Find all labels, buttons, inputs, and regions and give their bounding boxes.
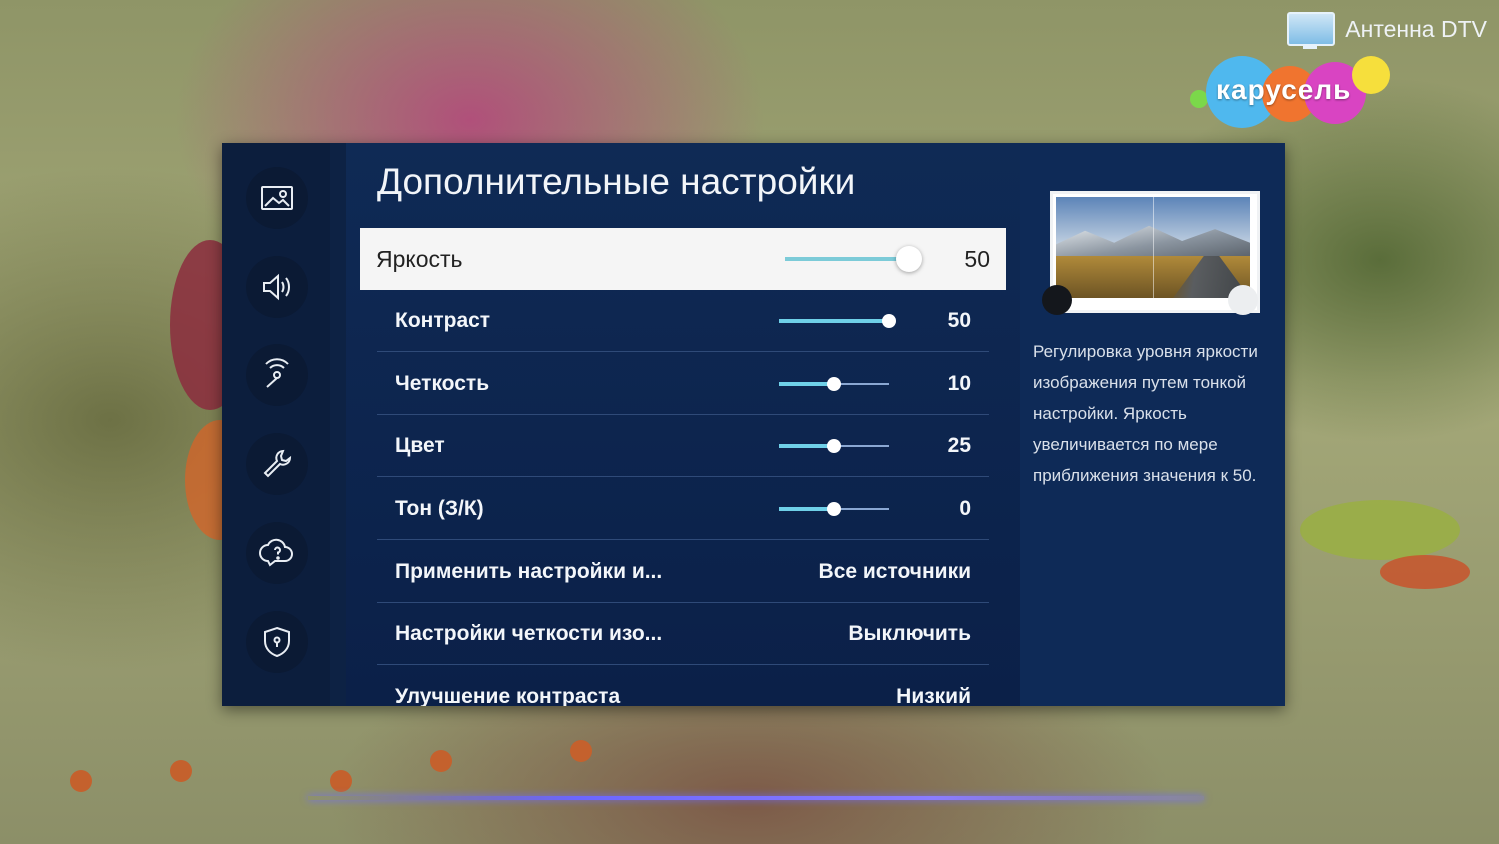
setting-value: 0: [959, 497, 971, 520]
setting-label: Четкость: [395, 372, 490, 395]
slider-fill: [785, 257, 909, 261]
picture-icon[interactable]: [246, 167, 308, 229]
setting-value: Низкий: [896, 685, 971, 706]
channel-logo-text: карусель: [1216, 74, 1352, 105]
sound-icon[interactable]: [246, 256, 308, 318]
setting-label: Тон (З/К): [395, 497, 484, 520]
setting-value: Выключить: [848, 622, 971, 645]
slider-fill: [779, 444, 834, 448]
setting-label: Яркость: [376, 245, 463, 272]
background-shape: [70, 770, 92, 792]
help-description: Регулировка уровня яркости изображения п…: [1033, 342, 1258, 485]
background-shape: [430, 750, 452, 772]
page-title: Дополнительные настройки: [377, 161, 856, 202]
help-panel: Регулировка уровня яркости изображения п…: [1020, 143, 1285, 706]
setting-row-contrast-enhancer[interactable]: Улучшение контраста Низкий: [377, 666, 989, 706]
setting-label: Применить настройки и...: [395, 560, 663, 583]
setting-row-brightness[interactable]: Яркость 50: [360, 228, 1006, 290]
light-level-dot: [1228, 285, 1258, 315]
setting-row-sharpness[interactable]: Четкость 10: [377, 353, 989, 415]
tv-icon: [1287, 12, 1336, 49]
background-shape: [570, 740, 592, 762]
setting-row-clarity[interactable]: Настройки четкости изо... Выключить: [377, 603, 989, 665]
support-icon[interactable]: [246, 522, 308, 584]
setting-value: 50: [947, 309, 971, 332]
dark-level-dot: [1042, 285, 1072, 315]
tint-slider[interactable]: [779, 502, 889, 516]
background-shape: [170, 760, 192, 782]
slider-knob[interactable]: [896, 246, 922, 272]
channel-badge: Антенна DTV: [1287, 12, 1487, 49]
category-sidebar: [222, 143, 346, 706]
background-shape: [1300, 500, 1460, 560]
setting-value: 25: [947, 434, 971, 457]
slider-knob[interactable]: [827, 377, 841, 391]
background-shape: [330, 770, 352, 792]
channel-name: Антенна DTV: [1345, 15, 1487, 42]
slider-knob[interactable]: [827, 439, 841, 453]
slider-fill: [779, 507, 834, 511]
setting-row-color[interactable]: Цвет 25: [377, 415, 989, 477]
setting-label: Цвет: [395, 434, 445, 457]
brightness-slider[interactable]: [785, 246, 922, 272]
channel-logo: карусель: [1182, 52, 1392, 132]
slider-knob[interactable]: [882, 314, 896, 328]
background-shape: [1380, 555, 1470, 589]
setting-value: Все источники: [818, 560, 971, 583]
setting-value: 10: [947, 372, 971, 395]
shield-icon[interactable]: [246, 611, 308, 673]
settings-list: Контраст 50 Четкость 10 Цвет 25 Тон (З/К…: [360, 290, 1006, 706]
sharpness-slider[interactable]: [779, 377, 889, 391]
setting-label: Настройки четкости изо...: [395, 622, 663, 645]
progress-glow-line: [308, 796, 1204, 800]
setting-row-apply-settings[interactable]: Применить настройки и... Все источники: [377, 541, 989, 603]
slider-knob[interactable]: [827, 502, 841, 516]
color-slider[interactable]: [779, 439, 889, 453]
wrench-icon[interactable]: [246, 433, 308, 495]
setting-value: 50: [964, 245, 990, 272]
setting-label: Улучшение контраста: [395, 685, 621, 706]
slider-fill: [779, 382, 834, 386]
setting-label: Контраст: [395, 309, 491, 332]
broadcast-icon[interactable]: [246, 344, 308, 406]
contrast-slider[interactable]: [779, 314, 896, 328]
slider-fill: [779, 319, 889, 323]
setting-row-tint[interactable]: Тон (З/К) 0: [377, 478, 989, 540]
setting-row-contrast[interactable]: Контраст 50: [377, 290, 989, 352]
settings-panel: Дополнительные настройки Яркость 50 Конт…: [222, 143, 1285, 706]
